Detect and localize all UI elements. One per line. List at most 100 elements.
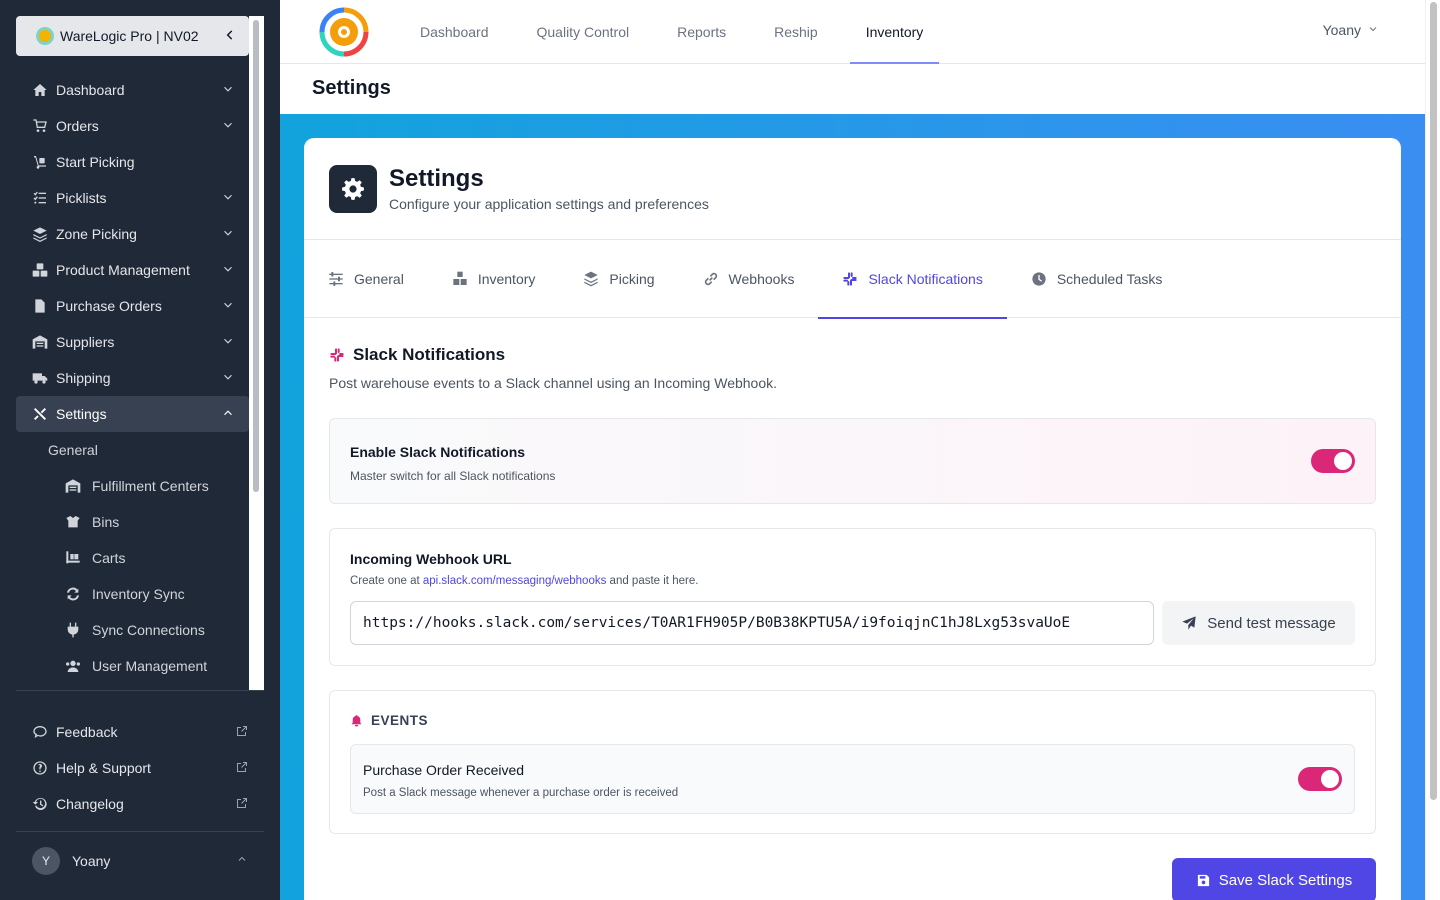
topnav-quality-control[interactable]: Quality Control [521, 0, 646, 64]
sidebar-user-menu[interactable]: Y Yoany [16, 843, 264, 879]
topnav-dashboard[interactable]: Dashboard [404, 0, 505, 64]
tab-label: Inventory [477, 271, 536, 287]
avatar: Y [32, 847, 60, 875]
boxes-icon [452, 271, 468, 287]
sidebar-item-changelog[interactable]: Changelog [16, 786, 264, 822]
button-label: Save Slack Settings [1218, 871, 1353, 889]
sidebar-item-zone-picking[interactable]: Zone Picking [16, 216, 249, 252]
sidebar-item-label: Purchase Orders [56, 298, 162, 314]
topnav-reship[interactable]: Reship [758, 0, 834, 64]
chevron-down-icon [221, 298, 235, 315]
layers-icon [583, 271, 599, 287]
users-icon [64, 658, 82, 674]
chevron-down-icon [221, 226, 235, 243]
collapse-sidebar-icon[interactable] [223, 28, 237, 45]
sidebar: WareLogic Pro | NV02 Dashboard Orders St… [0, 0, 280, 900]
sidebar-item-label: Zone Picking [56, 226, 137, 242]
sidebar-item-settings[interactable]: Settings [16, 396, 249, 432]
truck-icon [32, 370, 48, 386]
sidebar-item-shipping[interactable]: Shipping [16, 360, 249, 396]
sidebar-item-label: Start Picking [56, 154, 135, 170]
sidebar-item-fulfillment-centers[interactable]: Fulfillment Centers [16, 468, 249, 504]
sidebar-item-purchase-orders[interactable]: Purchase Orders [16, 288, 249, 324]
top-user-menu[interactable]: Yoany [1323, 22, 1379, 38]
external-link-icon [236, 796, 248, 812]
sidebar-item-orders[interactable]: Orders [16, 108, 249, 144]
sidebar-scrollbar[interactable] [249, 16, 264, 690]
sidebar-item-bins[interactable]: Bins [16, 504, 249, 540]
paper-plane-icon [1182, 616, 1196, 630]
scrollbar-thumb[interactable] [253, 20, 259, 492]
sidebar-item-sync-connections[interactable]: Sync Connections [16, 612, 249, 648]
tab-scheduled-tasks[interactable]: Scheduled Tasks [1031, 240, 1187, 318]
tab-slack-notifications[interactable]: Slack Notifications [818, 240, 1008, 319]
history-icon [32, 796, 48, 812]
plug-icon [64, 622, 82, 638]
event-toggle[interactable] [1298, 767, 1342, 791]
events-panel: EVENTS Purchase Order Received Post a Sl… [329, 690, 1376, 834]
sidebar-item-suppliers[interactable]: Suppliers [16, 324, 249, 360]
tab-label: Slack Notifications [868, 271, 983, 287]
sidebar-item-dashboard[interactable]: Dashboard [16, 72, 249, 108]
settings-tabs: General Inventory Picking Webhooks Slack… [304, 240, 1401, 319]
send-test-message-button[interactable]: Send test message [1162, 601, 1355, 645]
event-title: Purchase Order Received [363, 762, 525, 778]
clock-icon [1031, 271, 1047, 287]
org-switcher[interactable]: WareLogic Pro | NV02 [16, 16, 249, 56]
save-slack-settings-button[interactable]: Save Slack Settings [1172, 858, 1376, 900]
sidebar-item-inventory-sync[interactable]: Inventory Sync [16, 576, 249, 612]
tab-inventory[interactable]: Inventory [452, 240, 560, 318]
chevron-down-icon [221, 334, 235, 351]
tab-label: Webhooks [728, 271, 795, 287]
sidebar-item-label: Orders [56, 118, 99, 134]
tab-picking[interactable]: Picking [583, 240, 678, 318]
sidebar-item-label: Settings [56, 406, 107, 422]
sidebar-item-label: Help & Support [56, 760, 151, 776]
button-label: Send test message [1207, 614, 1336, 632]
enable-slack-panel: Enable Slack Notifications Master switch… [329, 418, 1376, 504]
help-text-prefix: Create one at [350, 575, 420, 587]
events-heading: EVENTS [350, 713, 428, 728]
scrollbar-thumb[interactable] [1430, 2, 1437, 800]
tab-general[interactable]: General [328, 240, 428, 318]
top-navbar: Dashboard Quality Control Reports Reship… [280, 0, 1425, 64]
topnav-reports[interactable]: Reports [661, 0, 742, 64]
toggle-knob [1334, 452, 1352, 470]
webhook-url-input[interactable] [350, 601, 1154, 645]
tab-webhooks[interactable]: Webhooks [703, 240, 819, 318]
sidebar-item-user-management[interactable]: User Management [16, 648, 249, 684]
webhook-url-title: Incoming Webhook URL [350, 551, 512, 567]
sidebar-item-label: User Management [92, 658, 208, 674]
warehouse-icon [32, 334, 48, 350]
sidebar-item-product-management[interactable]: Product Management [16, 252, 249, 288]
slack-webhooks-link[interactable]: api.slack.com/messaging/webhooks [423, 575, 606, 587]
sidebar-item-picklists[interactable]: Picklists [16, 180, 249, 216]
help-icon [32, 760, 48, 776]
webhook-url-panel: Incoming Webhook URL Create one at api.s… [329, 528, 1376, 666]
sidebar-item-feedback[interactable]: Feedback [16, 714, 264, 750]
enable-slack-toggle[interactable] [1311, 449, 1355, 473]
section-title: Slack Notifications [329, 345, 505, 365]
sidebar-item-carts[interactable]: Carts [16, 540, 249, 576]
cubes-icon [32, 262, 48, 278]
events-heading-text: EVENTS [371, 713, 429, 728]
dolly-icon [32, 154, 48, 170]
pallet-icon [64, 550, 82, 566]
card-header: Settings Configure your application sett… [304, 138, 1401, 240]
chevron-down-icon [1367, 22, 1379, 38]
home-icon [32, 82, 48, 98]
brand-logo-icon[interactable] [316, 4, 372, 60]
sidebar-item-start-picking[interactable]: Start Picking [16, 144, 249, 180]
section-title-text: Slack Notifications [353, 345, 506, 364]
section-description: Post warehouse events to a Slack channel… [329, 375, 778, 391]
divider [16, 690, 264, 691]
tab-label: Scheduled Tasks [1056, 271, 1163, 287]
topnav-inventory[interactable]: Inventory [849, 0, 940, 64]
sidebar-item-label: Carts [92, 550, 126, 566]
sliders-icon [328, 271, 344, 287]
settings-submenu-heading[interactable]: General [16, 432, 249, 468]
sidebar-item-label: Sync Connections [92, 622, 205, 638]
page-scrollbar[interactable] [1425, 0, 1440, 900]
sidebar-item-help-support[interactable]: Help & Support [16, 750, 264, 786]
sync-icon [64, 586, 82, 602]
